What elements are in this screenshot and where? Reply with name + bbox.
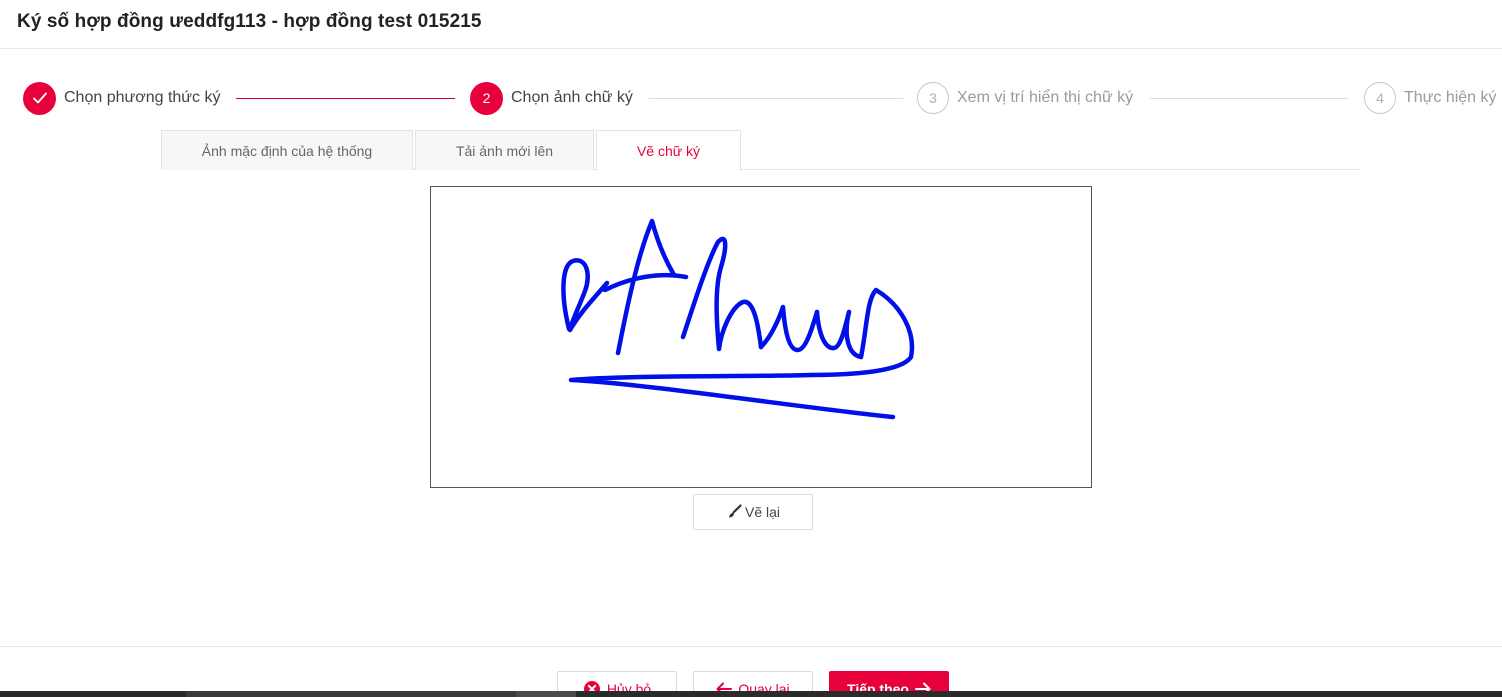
step-1-circle	[23, 81, 56, 115]
step-4[interactable]: 4 Thực hiện ký	[1364, 81, 1497, 115]
tab-draw-signature[interactable]: Vẽ chữ ký	[596, 130, 741, 171]
title-bar: Ký số hợp đồng ưeddfg113 - hợp đồng test…	[0, 0, 1502, 49]
os-taskbar	[0, 691, 1502, 697]
step-2-circle: 2	[470, 81, 503, 115]
step-1[interactable]: Chọn phương thức ký	[23, 81, 220, 115]
taskbar-segment	[516, 691, 576, 697]
step-connector-1	[236, 98, 455, 99]
redraw-button[interactable]: Vẽ lại	[693, 494, 813, 530]
step-3[interactable]: 3 Xem vị trí hiển thị chữ ký	[917, 81, 1133, 115]
step-2-label: Chọn ảnh chữ ký	[511, 89, 633, 106]
footer-divider	[0, 646, 1502, 647]
tab-upload-image[interactable]: Tải ảnh mới lên	[415, 130, 594, 170]
redraw-label: Vẽ lại	[744, 504, 781, 520]
step-2[interactable]: 2 Chọn ảnh chữ ký	[470, 81, 633, 115]
step-3-label: Xem vị trí hiển thị chữ ký	[957, 89, 1134, 106]
step-4-label: Thực hiện ký	[1404, 89, 1497, 106]
brush-icon	[726, 504, 742, 520]
tab-default-image[interactable]: Ảnh mặc định của hệ thống	[161, 130, 413, 170]
taskbar-segment	[186, 691, 516, 697]
signature-canvas[interactable]	[430, 186, 1092, 488]
signature-drawing	[561, 218, 915, 420]
step-connector-3	[1150, 98, 1348, 99]
step-4-circle: 4	[1364, 82, 1396, 114]
page-title: Ký số hợp đồng ưeddfg113 - hợp đồng test…	[17, 11, 482, 32]
step-1-label: Chọn phương thức ký	[64, 89, 221, 106]
check-icon	[32, 92, 47, 104]
step-connector-2	[649, 98, 903, 99]
step-3-circle: 3	[917, 82, 949, 114]
